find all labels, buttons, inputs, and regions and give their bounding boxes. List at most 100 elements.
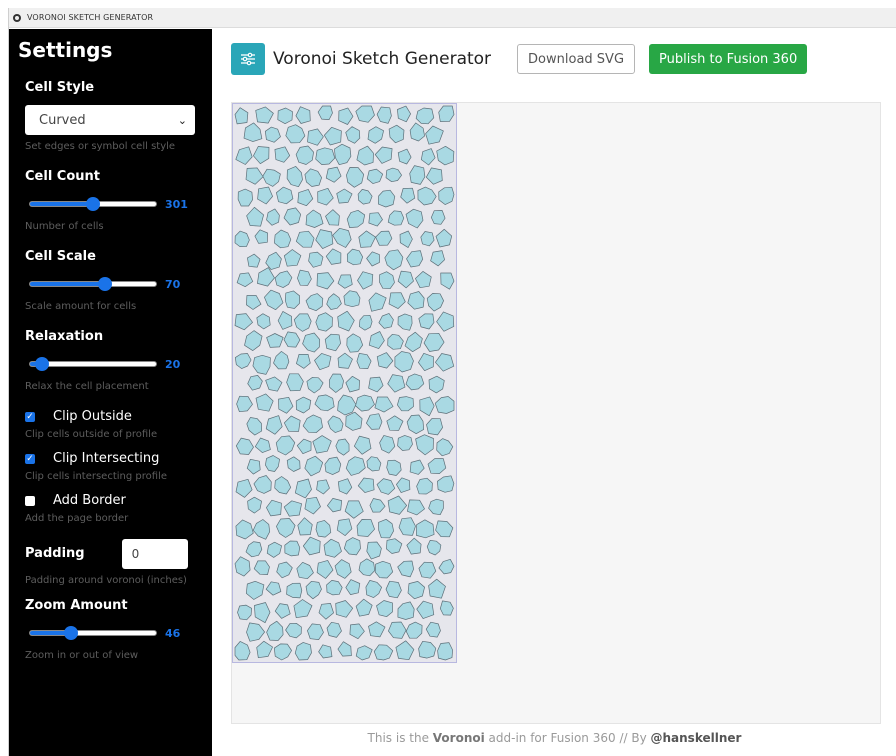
add-border-checkbox[interactable] (25, 496, 35, 506)
cell-scale-slider-thumb[interactable] (98, 277, 113, 291)
cell-style-select[interactable]: Curved ⌄ (25, 105, 195, 135)
cell-count-slider-thumb[interactable] (86, 197, 101, 211)
clip-outside-checkbox[interactable]: ✓ (25, 412, 35, 422)
voronoi-cell (368, 292, 387, 312)
voronoi-cell (346, 167, 365, 188)
voronoi-cell (405, 621, 423, 639)
voronoi-cell (388, 292, 406, 309)
voronoi-cell (398, 517, 416, 536)
voronoi-cell (355, 105, 375, 123)
voronoi-cell (419, 396, 435, 417)
voronoi-cell (243, 122, 263, 142)
voronoi-cell (297, 269, 312, 286)
relaxation-slider-thumb[interactable] (34, 357, 49, 371)
voronoi-cell (324, 456, 342, 475)
voronoi-cell (409, 122, 425, 142)
header: Voronoi Sketch Generator Download SVG Pu… (231, 43, 808, 75)
padding-label: Padding (25, 546, 85, 561)
voronoi-cell (237, 604, 252, 621)
voronoi-cell (246, 417, 263, 436)
voronoi-cell (418, 352, 434, 372)
padding-input[interactable]: 0 (121, 539, 188, 569)
voronoi-cell (326, 580, 343, 596)
voronoi-cell (245, 541, 263, 558)
voronoi-cell (336, 188, 353, 204)
voronoi-cell (376, 352, 394, 369)
voronoi-cell (385, 580, 402, 599)
voronoi-cell (295, 145, 314, 165)
footer-author-link[interactable]: @hanskellner (651, 731, 742, 745)
voronoi-cell (262, 168, 281, 187)
voronoi-cell (254, 437, 271, 453)
voronoi-cell (304, 496, 321, 515)
clip-intersecting-label[interactable]: Clip Intersecting (53, 450, 159, 468)
publish-button[interactable]: Publish to Fusion 360 (649, 44, 808, 74)
voronoi-cell (397, 601, 415, 620)
cell-style-group: Cell Style Curved ⌄ Set edges or symbol … (25, 79, 212, 153)
cell-count-label: Cell Count (25, 169, 100, 184)
zoom-slider-thumb[interactable] (63, 626, 78, 640)
voronoi-cell (439, 600, 454, 616)
voronoi-cell (407, 291, 425, 310)
voronoi-cell (395, 640, 415, 661)
voronoi-cell (278, 396, 294, 414)
voronoi-cell (325, 209, 340, 226)
voronoi-cell (346, 248, 364, 266)
voronoi-cell (366, 413, 383, 430)
clip-outside-help: Clip cells outside of profile (25, 429, 158, 440)
voronoi-cell (387, 495, 408, 515)
voronoi-cell (305, 580, 322, 600)
voronoi-cell (437, 642, 453, 661)
voronoi-cell (335, 600, 354, 618)
cell-scale-group: Cell Scale 70 Scale amount for cells (25, 248, 212, 313)
voronoi-cell (416, 519, 435, 539)
voronoi-cell (337, 310, 355, 332)
padding-group: Padding 0 Padding around voronoi (inches… (25, 539, 212, 587)
add-border-label[interactable]: Add Border (53, 492, 126, 510)
voronoi-cell (409, 165, 426, 185)
voronoi-cell (324, 333, 341, 352)
voronoi-cell (273, 351, 290, 370)
settings-sidebar: Settings Cell Style Curved ⌄ Set edges o… (9, 29, 212, 756)
voronoi-cell (252, 519, 271, 540)
clip-intersecting-checkbox[interactable]: ✓ (25, 454, 35, 464)
voronoi-cell (409, 459, 425, 475)
padding-help: Padding around voronoi (inches) (25, 575, 187, 586)
voronoi-cell (283, 249, 302, 267)
voronoi-cell (274, 476, 292, 495)
voronoi-cell (426, 418, 443, 436)
relaxation-slider[interactable] (29, 357, 157, 371)
preview-canvas[interactable] (231, 102, 881, 724)
voronoi-cell (307, 128, 324, 146)
cell-count-slider[interactable] (29, 197, 157, 211)
title-bar: VORONOI SKETCH GENERATOR (9, 8, 896, 28)
voronoi-cell (317, 187, 334, 206)
download-svg-button[interactable]: Download SVG (517, 44, 636, 74)
clip-outside-label[interactable]: Clip Outside (53, 408, 132, 426)
voronoi-cell (276, 186, 294, 205)
voronoi-cell (435, 228, 453, 248)
voronoi-cell (423, 332, 445, 352)
voronoi-cell (357, 271, 374, 290)
voronoi-cell (283, 415, 301, 432)
voronoi-cell (275, 435, 296, 456)
voronoi-cell (252, 354, 271, 375)
sliders-icon (241, 52, 255, 66)
app-logo[interactable] (231, 43, 265, 75)
voronoi-cell (345, 579, 361, 595)
voronoi-cell (265, 415, 283, 435)
voronoi-cell (358, 558, 376, 577)
voronoi-cell (366, 456, 382, 472)
voronoi-cell (234, 230, 250, 247)
voronoi-cell (344, 500, 364, 519)
voronoi-cell (285, 622, 302, 639)
voronoi-cell (235, 478, 253, 498)
zoom-slider[interactable] (29, 626, 157, 640)
voronoi-cell (436, 311, 455, 332)
voronoi-cell (346, 333, 364, 353)
voronoi-cell (266, 541, 282, 558)
cell-scale-slider[interactable] (29, 277, 157, 291)
app-window: VORONOI SKETCH GENERATOR Settings Cell S… (8, 8, 896, 756)
voronoi-cell (315, 520, 332, 538)
cell-count-help: Number of cells (25, 221, 104, 232)
